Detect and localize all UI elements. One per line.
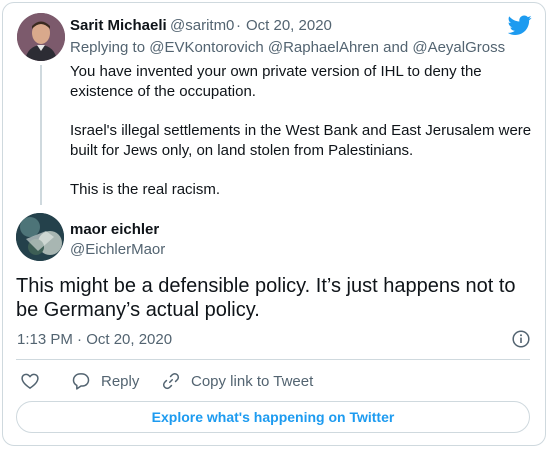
link-icon (162, 372, 180, 390)
copy-link-button[interactable]: Copy link to Tweet (161, 370, 313, 392)
reply-label: Reply (101, 372, 140, 390)
main-author-name[interactable]: maor eichler (70, 221, 159, 238)
copy-link-label: Copy link to Tweet (191, 372, 314, 390)
thread-connector-line (40, 65, 42, 205)
tweet-timestamp[interactable]: 1:13 PM · Oct 20, 2020 (17, 331, 172, 348)
quoted-date[interactable]: Oct 20, 2020 (246, 17, 332, 34)
mention-link[interactable]: @AeyalGross (412, 39, 505, 56)
explore-twitter-button[interactable]: Explore what's happening on Twitter (16, 401, 530, 433)
quoted-tweet-text: You have invented your own private versi… (70, 62, 540, 219)
avatar-sarit-michaeli[interactable] (17, 13, 65, 61)
mention-link[interactable]: @EVKontorovich (149, 39, 263, 56)
quoted-paragraph: This is the real racism. (70, 181, 221, 198)
mention-link[interactable]: @RaphaelAhren (268, 39, 379, 56)
speech-bubble-icon (72, 373, 90, 390)
quoted-separator: · (236, 17, 241, 34)
avatar-maor-eichler[interactable] (16, 213, 64, 261)
reply-button[interactable]: Reply (71, 370, 139, 392)
main-author-handle[interactable]: @EichlerMaor (70, 241, 165, 258)
info-icon[interactable] (512, 330, 530, 348)
mention-conjunction: and (383, 39, 409, 56)
main-tweet-text: This might be a defensible policy. It’s … (16, 275, 516, 321)
replying-to-prefix: Replying to (70, 39, 146, 56)
quoted-author-handle[interactable]: @saritm0 (170, 17, 234, 34)
like-button[interactable] (20, 370, 40, 392)
replying-to-line: Replying to @EVKontorovich @RaphaelAhren… (70, 39, 505, 56)
divider (16, 359, 530, 360)
heart-icon (21, 373, 39, 389)
twitter-bird-icon[interactable] (508, 13, 532, 37)
quoted-author-name[interactable]: Sarit Michaeli (70, 17, 167, 34)
quoted-paragraph: Israel's illegal settlements in the West… (70, 122, 532, 159)
quoted-paragraph: You have invented your own private versi… (70, 63, 482, 100)
